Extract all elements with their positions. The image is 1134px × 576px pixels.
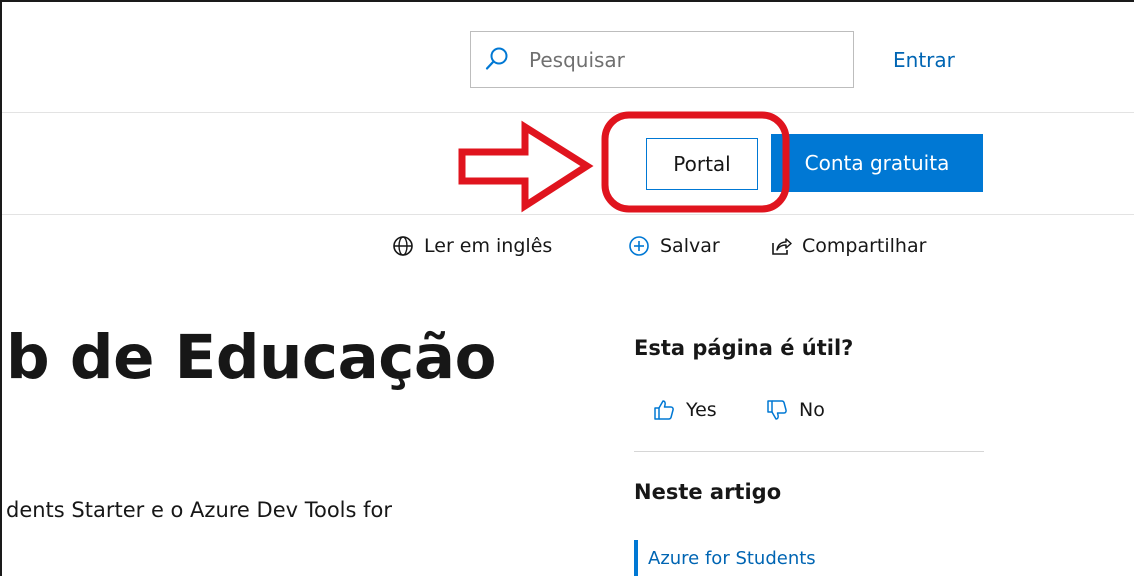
nav-divider bbox=[2, 214, 1134, 215]
free-account-button[interactable]: Conta gratuita bbox=[771, 134, 983, 192]
read-in-english-action[interactable]: Ler em inglês bbox=[392, 232, 552, 260]
feedback-no-label: No bbox=[799, 399, 825, 421]
page-title: b de Educação bbox=[6, 322, 497, 393]
share-icon bbox=[772, 238, 792, 255]
search-box[interactable] bbox=[470, 31, 854, 88]
globe-icon bbox=[393, 236, 413, 256]
search-icon bbox=[485, 47, 508, 70]
header-divider bbox=[2, 112, 1134, 113]
plus-circle-icon bbox=[629, 236, 649, 256]
feedback-no-button[interactable]: No bbox=[765, 395, 825, 425]
toc-heading: Neste artigo bbox=[634, 480, 782, 504]
share-label: Compartilhar bbox=[802, 235, 927, 257]
thumbs-down-icon bbox=[767, 400, 787, 420]
save-action[interactable]: Salvar bbox=[628, 232, 720, 260]
portal-button[interactable]: Portal bbox=[646, 138, 758, 190]
feedback-yes-label: Yes bbox=[686, 399, 717, 421]
feedback-yes-button[interactable]: Yes bbox=[652, 395, 717, 425]
read-in-english-label: Ler em inglês bbox=[424, 235, 553, 257]
save-label: Salvar bbox=[660, 235, 720, 257]
feedback-question: Esta página é útil? bbox=[634, 336, 854, 360]
toc-item-azure-for-students[interactable]: Azure for Students bbox=[634, 540, 816, 576]
thumbs-up-icon bbox=[654, 400, 674, 420]
share-action[interactable]: Compartilhar bbox=[770, 232, 926, 260]
search-input[interactable] bbox=[529, 32, 839, 87]
article-paragraph: dents Starter e o Azure Dev Tools for bbox=[6, 498, 392, 522]
sidebar-divider bbox=[634, 451, 984, 452]
sign-in-link[interactable]: Entrar bbox=[893, 48, 955, 72]
